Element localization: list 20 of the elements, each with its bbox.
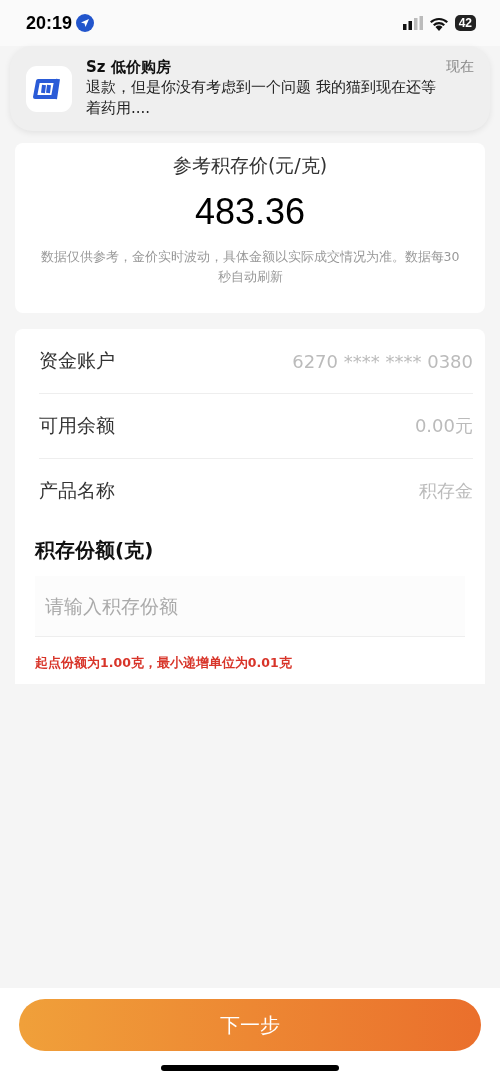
app-icon: [26, 65, 72, 112]
battery-level: 42: [454, 15, 476, 31]
notification-banner[interactable]: Sz 低价购房 现在 退款，但是你没有考虑到一个问题 我的猫到现在还等着药用....: [10, 46, 490, 131]
wifi-icon: [428, 15, 449, 31]
notification-app-name: Sz 低价购房: [86, 58, 171, 77]
amount-title: 积存份额(克): [35, 537, 155, 564]
notification-time: 现在: [446, 58, 474, 76]
price-value: 483.36: [194, 191, 306, 233]
amount-hint: 起点份额为1.00克，最小递增单位为0.01克: [35, 655, 293, 672]
row-label: 资金账户: [39, 348, 115, 373]
row-value: 6270 **** **** 0380: [292, 350, 473, 372]
notification-message: 退款，但是你没有考虑到一个问题 我的猫到现在还等着药用....: [86, 77, 437, 119]
price-title: 参考积存价(元/克): [172, 153, 328, 178]
price-note: 数据仅供参考，金价实时波动，具体金额以实际成交情况为准。数据每30秒自动刷新: [39, 248, 461, 286]
signal-icon: [402, 16, 423, 30]
row-label: 可用余额: [39, 413, 115, 438]
row-label: 产品名称: [39, 478, 115, 503]
row-value: 0.00元: [414, 414, 473, 438]
status-time: 20:19: [26, 12, 73, 34]
row-value: 积存金: [419, 479, 473, 503]
